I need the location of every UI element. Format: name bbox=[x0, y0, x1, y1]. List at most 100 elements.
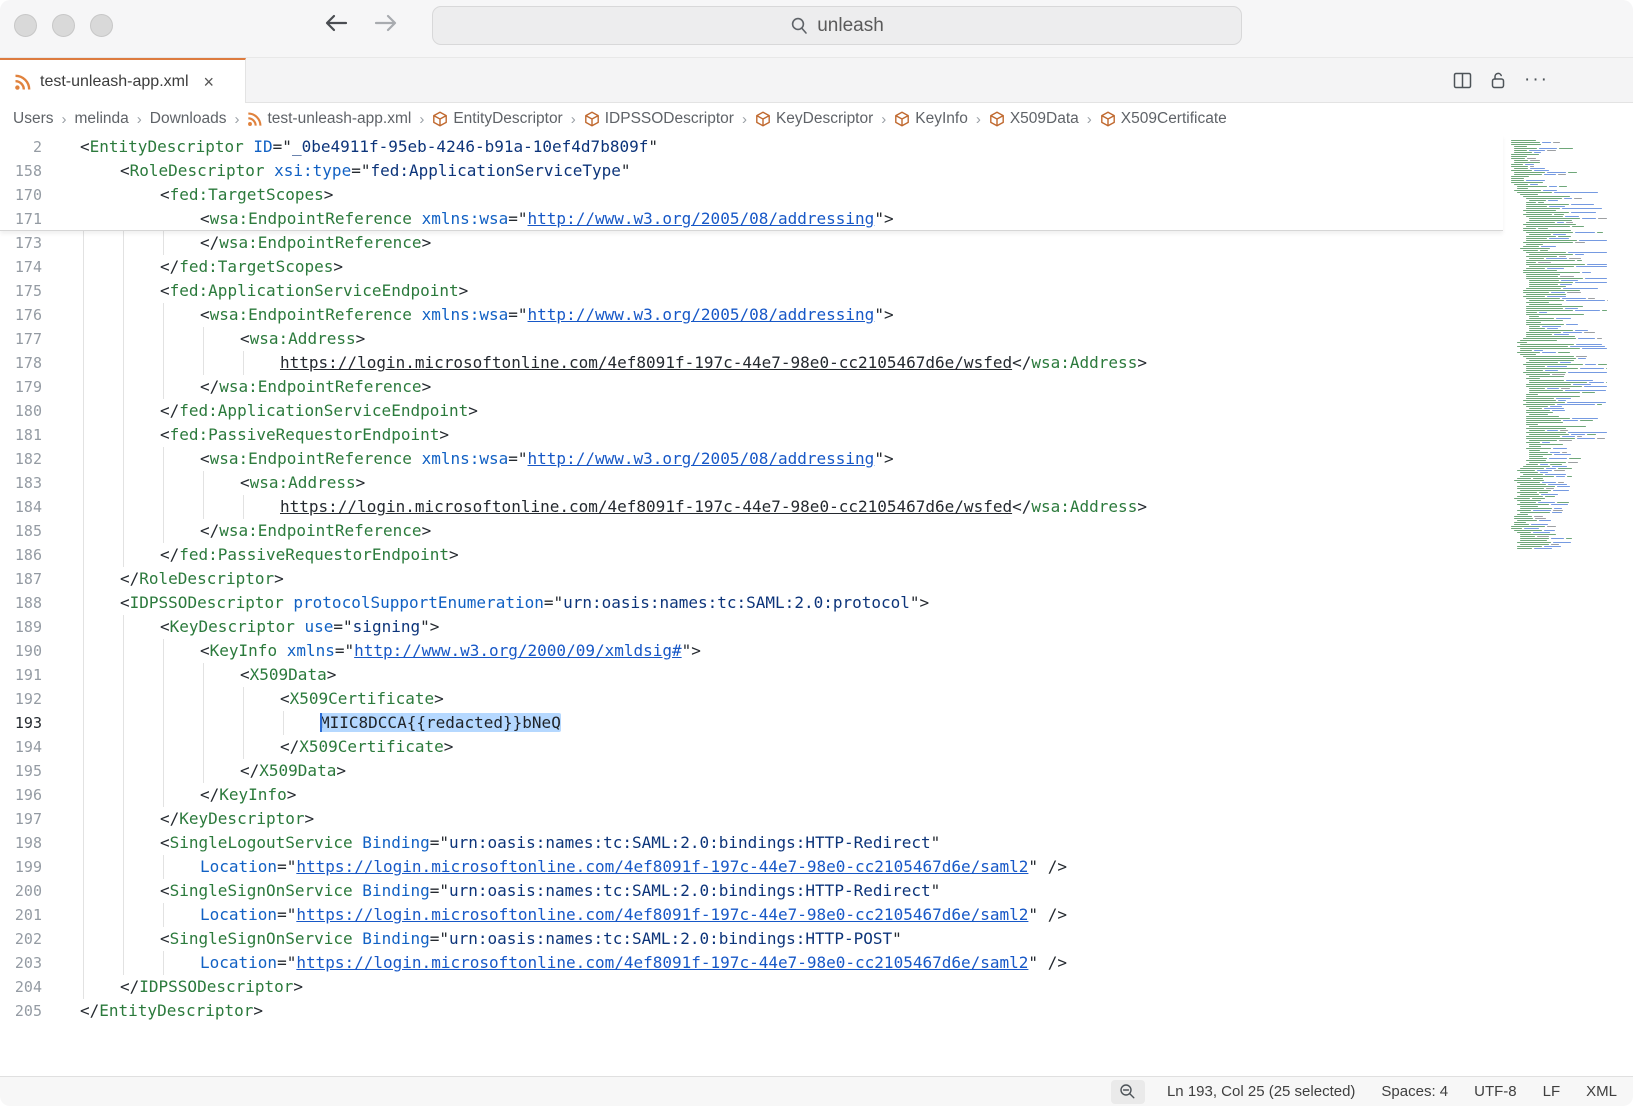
code-line-202[interactable]: 202<SingleSignOnService Binding="urn:oas… bbox=[0, 927, 1503, 951]
breadcrumb-item-x509certificate[interactable]: X509Certificate bbox=[1100, 110, 1227, 128]
code-line-192[interactable]: 192<X509Certificate> bbox=[0, 687, 1503, 711]
code-line-194[interactable]: 194</X509Certificate> bbox=[0, 735, 1503, 759]
breadcrumb-item-melinda[interactable]: melinda bbox=[74, 110, 128, 128]
code-editor[interactable]: 173</wsa:EndpointReference>174</fed:Targ… bbox=[0, 135, 1633, 1076]
code-line-176[interactable]: 176<wsa:EndpointReference xmlns:wsa="htt… bbox=[0, 303, 1503, 327]
line-number[interactable]: 195 bbox=[0, 759, 42, 783]
breadcrumb-item-entitydescriptor[interactable]: EntityDescriptor bbox=[432, 110, 562, 128]
tab-close-icon[interactable]: × bbox=[204, 73, 215, 91]
line-number[interactable]: 174 bbox=[0, 255, 42, 279]
zoom-out-icon[interactable] bbox=[1111, 1080, 1145, 1104]
line-number[interactable]: 202 bbox=[0, 927, 42, 951]
code-line-193[interactable]: 193MIIC8DCCA{{redacted}}bNeQ bbox=[0, 711, 1503, 735]
line-number[interactable]: 173 bbox=[0, 231, 42, 255]
line-number[interactable]: 196 bbox=[0, 783, 42, 807]
line-number[interactable]: 185 bbox=[0, 519, 42, 543]
code-line-199[interactable]: 199Location="https://login.microsoftonli… bbox=[0, 855, 1503, 879]
breadcrumb-item-idpssodescriptor[interactable]: IDPSSODescriptor bbox=[584, 110, 734, 128]
code-line-183[interactable]: 183<wsa:Address> bbox=[0, 471, 1503, 495]
code-line-177[interactable]: 177<wsa:Address> bbox=[0, 327, 1503, 351]
code-line-184[interactable]: 184https://login.microsoftonline.com/4ef… bbox=[0, 495, 1503, 519]
line-number[interactable]: 198 bbox=[0, 831, 42, 855]
forward-arrow-icon[interactable] bbox=[372, 10, 400, 41]
line-number[interactable]: 175 bbox=[0, 279, 42, 303]
line-number[interactable]: 184 bbox=[0, 495, 42, 519]
code-line-197[interactable]: 197</KeyDescriptor> bbox=[0, 807, 1503, 831]
breadcrumb-item-downloads[interactable]: Downloads bbox=[150, 110, 227, 128]
line-number[interactable]: 171 bbox=[0, 207, 42, 231]
line-number[interactable]: 194 bbox=[0, 735, 42, 759]
code-line-178[interactable]: 178https://login.microsoftonline.com/4ef… bbox=[0, 351, 1503, 375]
code-line-170[interactable]: 170<fed:TargetScopes> bbox=[0, 183, 1503, 207]
line-number[interactable]: 181 bbox=[0, 423, 42, 447]
code-line-200[interactable]: 200<SingleSignOnService Binding="urn:oas… bbox=[0, 879, 1503, 903]
line-number[interactable]: 200 bbox=[0, 879, 42, 903]
code-line-171[interactable]: 171<wsa:EndpointReference xmlns:wsa="htt… bbox=[0, 207, 1503, 231]
status-item-eol[interactable]: LF bbox=[1543, 1083, 1561, 1100]
status-item-indentation[interactable]: Spaces: 4 bbox=[1381, 1083, 1448, 1100]
line-number[interactable]: 193 bbox=[0, 711, 42, 735]
code-line-173[interactable]: 173</wsa:EndpointReference> bbox=[0, 231, 1503, 255]
code-line-181[interactable]: 181<fed:PassiveRequestorEndpoint> bbox=[0, 423, 1503, 447]
line-number[interactable]: 186 bbox=[0, 543, 42, 567]
breadcrumb-item-users[interactable]: Users bbox=[13, 110, 53, 128]
code-line-182[interactable]: 182<wsa:EndpointReference xmlns:wsa="htt… bbox=[0, 447, 1503, 471]
code-line-191[interactable]: 191<X509Data> bbox=[0, 663, 1503, 687]
line-number[interactable]: 177 bbox=[0, 327, 42, 351]
code-line-201[interactable]: 201Location="https://login.microsoftonli… bbox=[0, 903, 1503, 927]
line-number[interactable]: 178 bbox=[0, 351, 42, 375]
line-number[interactable]: 190 bbox=[0, 639, 42, 663]
line-number[interactable]: 189 bbox=[0, 615, 42, 639]
maximize-window-button[interactable] bbox=[90, 14, 113, 37]
code-line-195[interactable]: 195</X509Data> bbox=[0, 759, 1503, 783]
code-line-205[interactable]: 205</EntityDescriptor> bbox=[0, 999, 1503, 1023]
breadcrumb-item-test-unleash-app-xml[interactable]: test-unleash-app.xml bbox=[247, 110, 411, 128]
status-item-language-mode[interactable]: XML bbox=[1586, 1083, 1617, 1100]
code-line-187[interactable]: 187</RoleDescriptor> bbox=[0, 567, 1503, 591]
status-item-cursor-position[interactable]: Ln 193, Col 25 (25 selected) bbox=[1167, 1083, 1355, 1100]
line-number[interactable]: 192 bbox=[0, 687, 42, 711]
status-item-encoding[interactable]: UTF-8 bbox=[1474, 1083, 1517, 1100]
split-editor-icon[interactable] bbox=[1453, 71, 1472, 90]
code-line-189[interactable]: 189<KeyDescriptor use="signing"> bbox=[0, 615, 1503, 639]
line-number[interactable]: 203 bbox=[0, 951, 42, 975]
line-number[interactable]: 201 bbox=[0, 903, 42, 927]
unlock-icon[interactable] bbox=[1488, 70, 1508, 90]
line-number[interactable]: 2 bbox=[0, 135, 42, 159]
line-number[interactable]: 191 bbox=[0, 663, 42, 687]
code-line-158[interactable]: 158<RoleDescriptor xsi:type="fed:Applica… bbox=[0, 159, 1503, 183]
tab-test-unleash-app-xml[interactable]: test-unleash-app.xml × bbox=[0, 58, 246, 104]
code-line-203[interactable]: 203Location="https://login.microsoftonli… bbox=[0, 951, 1503, 975]
code-line-2[interactable]: 2<EntityDescriptor ID="_0be4911f-95eb-42… bbox=[0, 135, 1503, 159]
code-line-196[interactable]: 196</KeyInfo> bbox=[0, 783, 1503, 807]
code-line-186[interactable]: 186</fed:PassiveRequestorEndpoint> bbox=[0, 543, 1503, 567]
close-window-button[interactable] bbox=[14, 14, 37, 37]
line-number[interactable]: 176 bbox=[0, 303, 42, 327]
code-line-188[interactable]: 188<IDPSSODescriptor protocolSupportEnum… bbox=[0, 591, 1503, 615]
code-line-180[interactable]: 180</fed:ApplicationServiceEndpoint> bbox=[0, 399, 1503, 423]
minimap[interactable] bbox=[1505, 140, 1617, 550]
line-number[interactable]: 158 bbox=[0, 159, 42, 183]
code-line-175[interactable]: 175<fed:ApplicationServiceEndpoint> bbox=[0, 279, 1503, 303]
code-line-204[interactable]: 204</IDPSSODescriptor> bbox=[0, 975, 1503, 999]
line-number[interactable]: 187 bbox=[0, 567, 42, 591]
breadcrumb-item-keydescriptor[interactable]: KeyDescriptor bbox=[755, 110, 873, 128]
line-number[interactable]: 179 bbox=[0, 375, 42, 399]
more-actions-icon[interactable]: ··· bbox=[1524, 76, 1549, 84]
line-number[interactable]: 197 bbox=[0, 807, 42, 831]
line-number[interactable]: 204 bbox=[0, 975, 42, 999]
breadcrumb-item-x509data[interactable]: X509Data bbox=[989, 110, 1079, 128]
line-number[interactable]: 180 bbox=[0, 399, 42, 423]
breadcrumb-item-keyinfo[interactable]: KeyInfo bbox=[894, 110, 968, 128]
line-number[interactable]: 205 bbox=[0, 999, 42, 1023]
line-number[interactable]: 170 bbox=[0, 183, 42, 207]
command-center-search[interactable]: unleash bbox=[432, 6, 1242, 45]
line-number[interactable]: 182 bbox=[0, 447, 42, 471]
line-number[interactable]: 183 bbox=[0, 471, 42, 495]
back-arrow-icon[interactable] bbox=[322, 10, 350, 41]
code-line-179[interactable]: 179</wsa:EndpointReference> bbox=[0, 375, 1503, 399]
line-number[interactable]: 199 bbox=[0, 855, 42, 879]
code-line-198[interactable]: 198<SingleLogoutService Binding="urn:oas… bbox=[0, 831, 1503, 855]
minimize-window-button[interactable] bbox=[52, 14, 75, 37]
line-number[interactable]: 188 bbox=[0, 591, 42, 615]
